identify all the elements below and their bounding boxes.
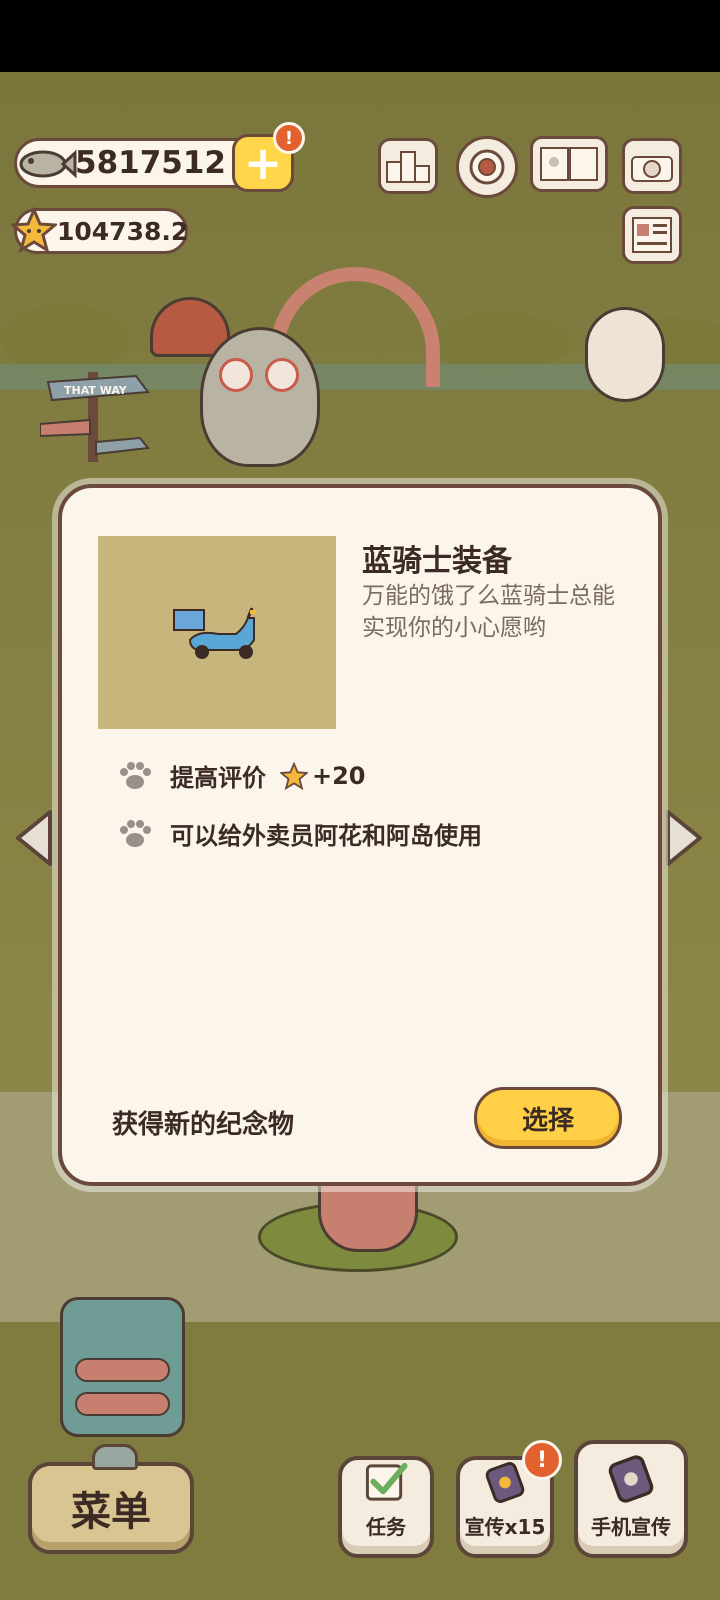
camera-icon[interactable] [622,138,682,194]
owl-eye [265,358,299,392]
fish-count: 5817512 [75,145,226,181]
ranking-icon[interactable] [378,138,438,194]
effect-usable-by: 可以给外卖员阿花和阿岛使用 [118,816,482,851]
effect-text: 可以给外卖员阿花和阿岛使用 [170,822,482,850]
phone-icon [608,1455,654,1503]
owl-eye [219,358,253,392]
item-description: 万能的饿了么蓝骑士总能实现你的小心愿哟 [362,583,615,641]
signpost-text: THAT WAY [64,384,128,397]
next-arrow-icon[interactable] [664,808,704,868]
menu-label: 菜单 [71,1489,151,1535]
fish-icon [19,149,77,179]
prev-arrow-icon[interactable] [14,808,54,868]
paw-icon [120,819,151,847]
obtained-label: 获得新的纪念物 [112,1110,295,1140]
promotion-label: 宣传x15 [464,1515,546,1539]
cabinet-decoration[interactable] [60,1297,185,1437]
paw-icon [120,761,151,789]
effect-rating-bonus: 提高评价 +20 [118,758,366,793]
phone-promotion-button[interactable]: 手机宣传 [574,1440,688,1558]
settings-gear-icon[interactable] [456,136,518,198]
album-book-icon[interactable] [530,136,608,192]
star-icon [280,761,308,790]
item-title: 蓝骑士装备 [362,544,512,579]
cabinet-drawer [75,1392,170,1416]
phone-promotion-label: 手机宣传 [591,1515,671,1539]
owl-customer[interactable] [200,327,320,467]
clipboard-clip-icon [92,1444,138,1470]
star-icon [11,207,57,253]
fish-currency-display: 5817512 [14,138,264,188]
task-button[interactable]: 任务 [338,1456,434,1558]
promotion-badge: ! [522,1440,562,1480]
scooter-icon [173,607,256,659]
effect-bonus: +20 [312,761,366,790]
status-bar [0,0,720,72]
bush [430,312,570,372]
effect-text: 提高评价 [170,764,266,792]
item-image [98,536,336,729]
cabinet-drawer [75,1358,170,1382]
star-rating-display: 104738.2 [11,207,189,254]
star-rating-value: 104738.2 [57,216,189,246]
cat-customer[interactable] [585,307,665,402]
phone-icon [485,1462,525,1503]
signpost[interactable]: THAT WAY [40,372,150,462]
checkbox-icon [365,1462,408,1501]
select-button[interactable]: 选择 [474,1087,622,1149]
task-label: 任务 [366,1515,406,1539]
newspaper-icon[interactable] [622,206,682,264]
notification-badge: ! [273,122,305,154]
souvenir-dialog: 蓝骑士装备 万能的饿了么蓝骑士总能实现你的小心愿哟 提高评价 +20 可以给外卖… [58,484,662,1186]
menu-button[interactable]: 菜单 [28,1444,194,1554]
